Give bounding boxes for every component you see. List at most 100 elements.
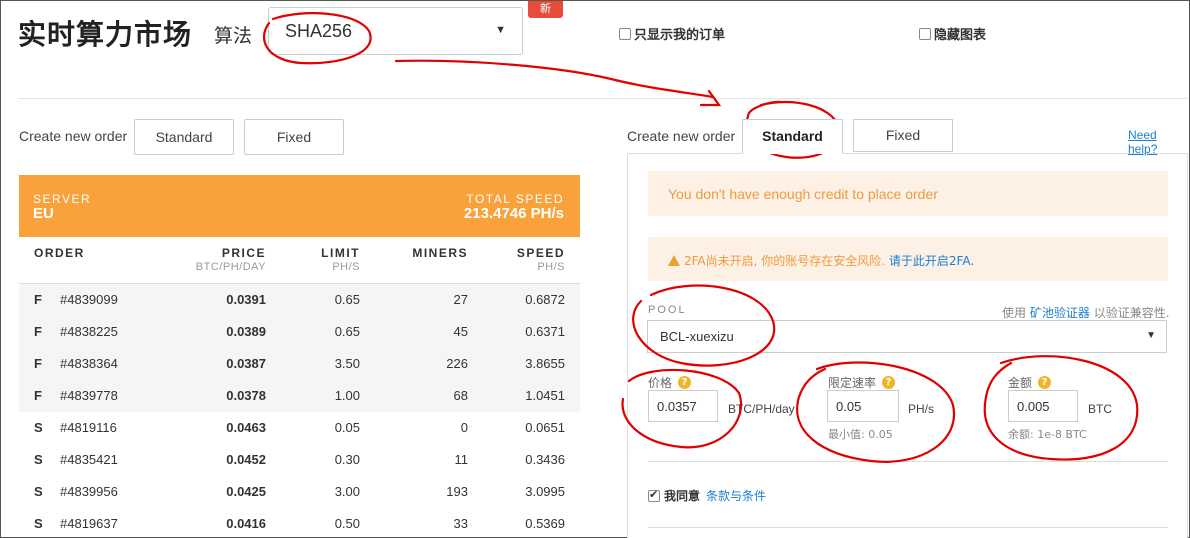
col-limit[interactable]: LIMIT <box>321 246 360 260</box>
pool-hint-post: 以验证兼容性. <box>1093 306 1170 320</box>
table-row[interactable]: S #4835421 0.0452 0.30 11 0.3436 <box>19 444 580 476</box>
order-speed: 0.6371 <box>525 324 565 339</box>
pool-hint: 使用 矿池验证器 以验证兼容性. <box>1002 304 1170 321</box>
col-order[interactable]: ORDER <box>34 246 85 260</box>
order-speed: 0.6872 <box>525 292 565 307</box>
divider <box>648 527 1168 528</box>
amount-input[interactable] <box>1008 390 1078 422</box>
order-limit: 0.65 <box>334 324 360 339</box>
help-icon[interactable]: ? <box>1038 376 1052 389</box>
order-speed: 3.0995 <box>525 484 565 499</box>
col-speed[interactable]: SPEED <box>517 246 565 260</box>
price-input[interactable] <box>648 390 718 422</box>
order-id: #4838364 <box>60 356 118 371</box>
show-my-orders-checkbox[interactable]: 只显示我的订单 <box>619 24 725 43</box>
tab-standard[interactable]: Standard <box>742 119 843 154</box>
limit-label: 限定速率 <box>828 376 877 390</box>
show-my-orders-label: 只显示我的订单 <box>634 28 726 43</box>
order-price: 0.0463 <box>226 420 266 435</box>
total-speed-label: TOTAL SPEED <box>466 192 564 206</box>
pool-value: BCL-xuexizu <box>660 329 734 344</box>
pool-verifier-link[interactable]: 矿池验证器 <box>1030 306 1090 320</box>
table-row[interactable]: F #4838225 0.0389 0.65 45 0.6371 <box>19 316 580 348</box>
table-row[interactable]: S #4819637 0.0416 0.50 33 0.5369 <box>19 508 580 538</box>
server-bar: SERVER EU TOTAL SPEED 213.4746 PH/s <box>19 175 580 237</box>
server-value: EU <box>33 205 54 222</box>
divider <box>648 461 1168 462</box>
enable-2fa-link[interactable]: 请于此开启2FA. <box>889 254 974 268</box>
chevron-down-icon: ▼ <box>1146 330 1156 341</box>
table-row[interactable]: F #4838364 0.0387 3.50 226 3.8655 <box>19 348 580 380</box>
order-price: 0.0391 <box>226 292 266 307</box>
order-limit: 0.30 <box>334 452 360 467</box>
new-badge: 新 <box>528 1 563 18</box>
table-row[interactable]: F #4839778 0.0378 1.00 68 1.0451 <box>19 380 580 412</box>
order-id: #4839099 <box>60 292 118 307</box>
hide-chart-checkbox[interactable]: 隐藏图表 <box>919 24 986 43</box>
order-limit: 1.00 <box>334 388 360 403</box>
algorithm-label: 算法 <box>214 25 253 47</box>
order-id: #4839956 <box>60 484 118 499</box>
help-icon[interactable]: ? <box>678 376 692 389</box>
order-type: S <box>34 452 43 467</box>
tab-fixed[interactable]: Fixed <box>853 119 953 152</box>
table-row[interactable]: S #4819116 0.0463 0.05 0 0.0651 <box>19 412 580 444</box>
col-price-unit: BTC/PH/DAY <box>195 261 266 273</box>
pool-select[interactable]: BCL-xuexizu ▼ <box>647 320 1167 353</box>
amount-balance: 余额: 1e-8 BTC <box>1008 428 1087 441</box>
order-id: #4839778 <box>60 388 118 403</box>
pool-hint-pre: 使用 <box>1002 306 1027 320</box>
order-type: F <box>34 324 42 339</box>
twofa-alert: 2FA尚未开启, 你的账号存在安全风险. 请于此开启2FA. <box>648 237 1168 281</box>
algorithm-select[interactable]: SHA256 ▼ <box>268 7 523 55</box>
need-help-link[interactable]: Need help? <box>1128 128 1189 156</box>
limit-min-hint: 最小值: 0.05 <box>828 428 893 441</box>
fixed-button[interactable]: Fixed <box>244 119 344 155</box>
checkbox-checked-icon[interactable] <box>648 488 660 502</box>
server-label: SERVER <box>33 192 92 206</box>
chevron-down-icon: ▼ <box>495 24 506 36</box>
order-miners: 45 <box>453 324 468 339</box>
order-miners: 226 <box>446 356 468 371</box>
order-price: 0.0425 <box>226 484 266 499</box>
terms-link[interactable]: 条款与条件 <box>706 487 766 504</box>
order-miners: 27 <box>453 292 468 307</box>
checkbox-icon[interactable] <box>919 27 931 40</box>
order-type: F <box>34 356 42 371</box>
order-miners: 33 <box>453 516 468 531</box>
order-miners: 0 <box>460 420 468 435</box>
table-row[interactable]: F #4839099 0.0391 0.65 27 0.6872 <box>19 284 580 316</box>
limit-input[interactable] <box>827 390 899 422</box>
checkbox-icon[interactable] <box>619 27 631 40</box>
col-speed-unit: PH/S <box>537 261 565 273</box>
col-price[interactable]: PRICE <box>222 246 266 260</box>
hide-chart-label: 隐藏图表 <box>934 28 987 43</box>
price-label: 价格 <box>648 376 673 390</box>
order-type: S <box>34 484 43 499</box>
price-label-group: 价格 ? <box>648 374 692 391</box>
table-row[interactable]: S #4839956 0.0425 3.00 193 3.0995 <box>19 476 580 508</box>
total-speed-value: 213.4746 PH/s <box>463 205 564 222</box>
order-limit: 0.50 <box>334 516 360 531</box>
limit-unit: PH/s <box>908 402 935 416</box>
order-miners: 193 <box>446 484 468 499</box>
order-price: 0.0387 <box>226 356 266 371</box>
help-icon[interactable]: ? <box>882 376 896 389</box>
amount-unit: BTC <box>1088 402 1112 416</box>
standard-button[interactable]: Standard <box>134 119 234 155</box>
order-limit: 0.05 <box>334 420 360 435</box>
order-price: 0.0416 <box>226 516 266 531</box>
order-miners: 68 <box>453 388 468 403</box>
amount-label: 金额 <box>1008 376 1033 390</box>
page-title: 实时算力市场 <box>18 18 193 51</box>
agree-label: 我同意 <box>664 489 701 503</box>
credit-alert: You don't have enough credit to place or… <box>648 171 1168 216</box>
order-speed: 0.3436 <box>525 452 565 467</box>
col-miners[interactable]: MINERS <box>412 246 468 260</box>
order-type: S <box>34 420 43 435</box>
agree-terms-checkbox[interactable]: 我同意 条款与条件 <box>648 487 766 504</box>
twofa-alert-text: 2FA尚未开启, 你的账号存在安全风险. <box>684 254 886 268</box>
price-unit: BTC/PH/day <box>728 402 795 416</box>
order-speed: 0.0651 <box>525 420 565 435</box>
limit-label-group: 限定速率 ? <box>828 374 896 391</box>
